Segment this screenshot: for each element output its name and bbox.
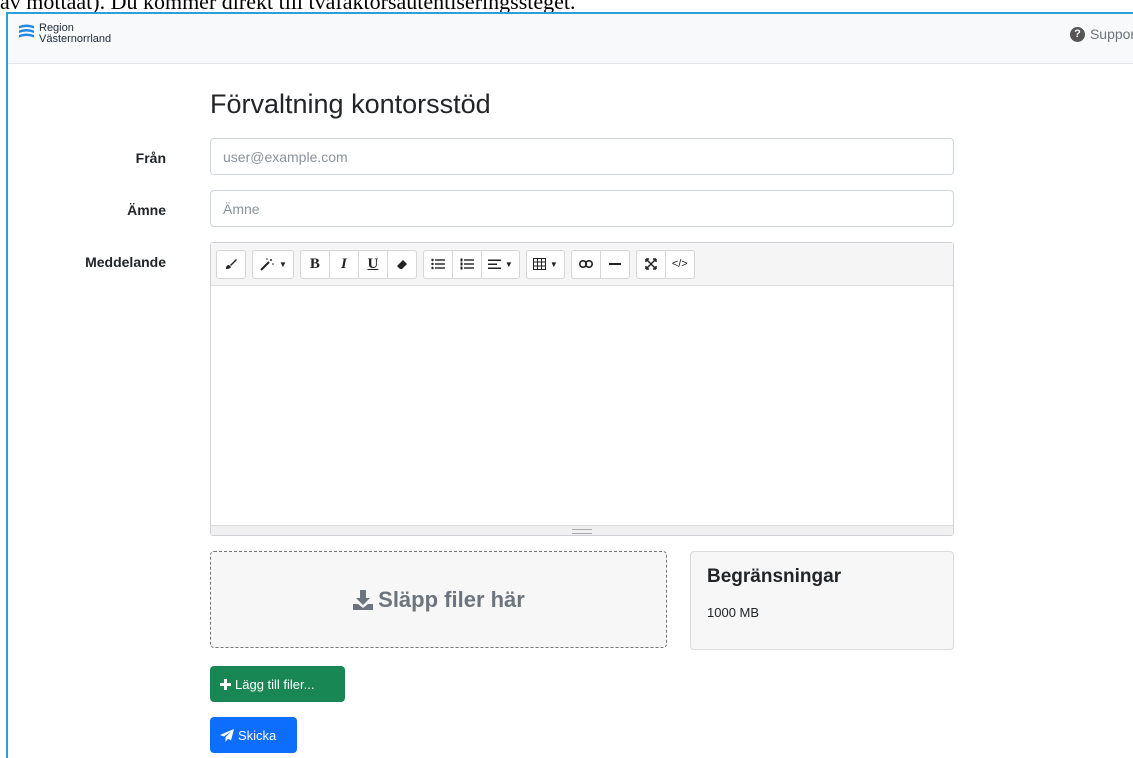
message-label: Meddelande xyxy=(85,254,166,270)
link-button[interactable] xyxy=(570,249,601,279)
file-dropzone[interactable]: Släpp filer här xyxy=(210,551,667,648)
editor-toolbar: ▼ B I U ▼ ▼ </> xyxy=(211,243,953,286)
plus-icon xyxy=(220,678,231,690)
upload-frame: Region Västernorrland ? Support Förvaltn… xyxy=(6,12,1133,758)
paintbrush-icon xyxy=(226,259,237,269)
magic-style-button[interactable]: ▼ xyxy=(252,249,294,279)
download-icon xyxy=(353,589,374,610)
question-circle-icon: ? xyxy=(1069,26,1085,42)
style-button[interactable] xyxy=(216,249,246,279)
unordered-list-button[interactable] xyxy=(422,249,453,279)
page-title: Förvaltning kontorsstöd xyxy=(210,89,491,119)
support-link[interactable]: ? Support xyxy=(1069,26,1133,42)
limits-title: Begränsningar xyxy=(707,566,842,587)
logo[interactable]: Region Västernorrland xyxy=(18,23,111,45)
send-label: Skicka xyxy=(238,727,277,743)
subject-field[interactable] xyxy=(210,190,954,227)
add-files-button[interactable]: Lägg till filer... xyxy=(210,666,345,702)
code-view-button[interactable]: </> xyxy=(664,249,695,279)
paragraph-align-button[interactable]: ▼ xyxy=(480,249,520,279)
navbar: Region Västernorrland ? Support xyxy=(8,14,1133,64)
unordered-list-icon xyxy=(431,258,445,270)
limits-value: 1000 MB xyxy=(707,605,760,620)
fullscreen-icon xyxy=(645,258,657,270)
limits-card: Begränsningar 1000 MB xyxy=(690,551,954,650)
paper-plane-icon xyxy=(220,728,234,742)
table-button[interactable]: ▼ xyxy=(525,249,565,279)
table-icon xyxy=(532,258,546,270)
clear-format-button[interactable] xyxy=(386,249,417,279)
fullscreen-button[interactable] xyxy=(635,249,666,279)
send-button[interactable]: Skicka xyxy=(210,717,297,753)
italic-button[interactable]: I xyxy=(328,249,359,279)
underline-button[interactable]: U xyxy=(357,249,388,279)
from-field[interactable] xyxy=(210,138,954,175)
ordered-list-button[interactable] xyxy=(451,249,482,279)
eraser-icon xyxy=(396,260,407,269)
add-files-label: Lägg till filer... xyxy=(235,676,315,692)
align-icon xyxy=(487,259,501,269)
editor-resize-handle[interactable] xyxy=(211,525,953,535)
dropzone-label: Släpp filer här xyxy=(378,586,525,612)
link-icon xyxy=(578,260,593,268)
logo-icon xyxy=(18,23,35,40)
support-label: Support xyxy=(1089,26,1133,42)
subject-label: Ämne xyxy=(127,202,166,218)
horizontal-rule-button[interactable] xyxy=(599,249,630,279)
logo-line-2: Västernorrland xyxy=(39,33,112,45)
horizontal-rule-icon xyxy=(608,263,621,265)
bold-button[interactable]: B xyxy=(299,249,330,279)
magic-icon xyxy=(260,258,274,271)
from-label: Från xyxy=(135,150,166,166)
editor-content-area[interactable] xyxy=(211,286,953,524)
message-editor: ▼ B I U ▼ ▼ </> xyxy=(210,242,954,536)
ordered-list-icon xyxy=(460,258,474,270)
